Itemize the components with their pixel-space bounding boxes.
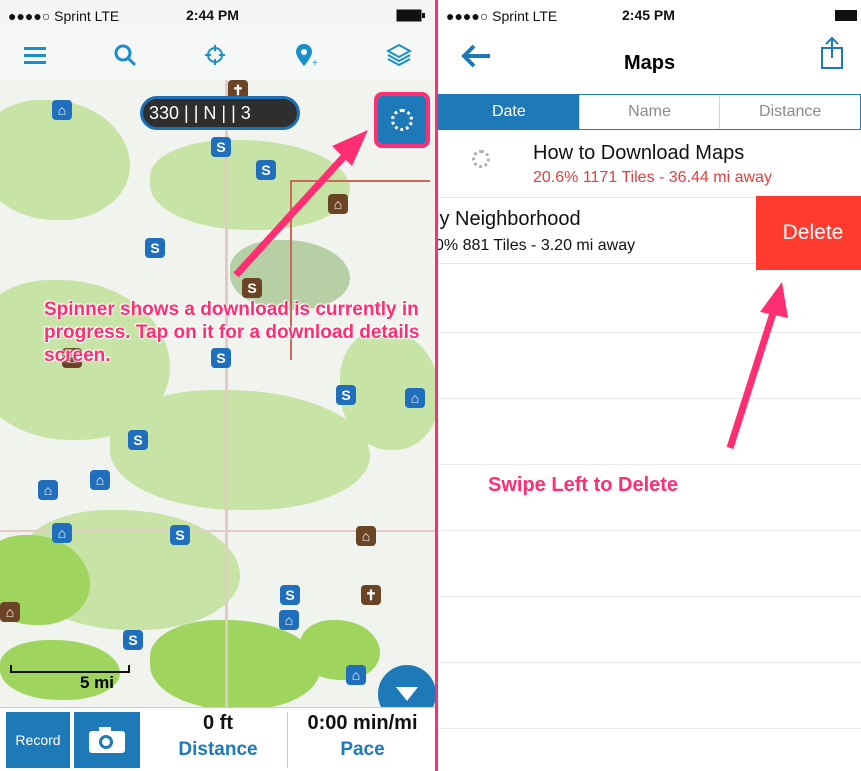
annotation-arrow xyxy=(726,282,788,450)
tracking-bar: Record 0 ft Distance 0:00 min/mi Pace xyxy=(0,707,435,771)
map-screen: ●●●●○ Sprint LTE 2:44 PM + ⌂ S S ✝ ⌂ S S… xyxy=(0,0,435,771)
crosshair-icon[interactable] xyxy=(200,40,230,70)
spinner-annotation: Spinner shows a download is currently in… xyxy=(44,299,420,366)
distance-value: 0 ft xyxy=(203,712,233,734)
layers-icon[interactable] xyxy=(384,40,414,70)
pace-label: Pace xyxy=(340,739,385,760)
status-time: 2:44 PM xyxy=(186,7,239,23)
camera-button[interactable] xyxy=(74,712,140,768)
record-button[interactable]: Record xyxy=(6,712,70,768)
svg-text:+: + xyxy=(312,58,318,68)
add-waypoint-icon[interactable]: + xyxy=(292,40,322,70)
distance-stat: 0 ft Distance xyxy=(150,712,286,768)
camera-icon xyxy=(89,727,125,753)
collapse-panel-button[interactable] xyxy=(378,665,435,707)
pace-stat: 0:00 min/mi Pace xyxy=(290,712,435,768)
chevron-down-icon xyxy=(396,687,418,701)
map-toolbar: + xyxy=(0,30,435,81)
search-icon[interactable] xyxy=(110,40,140,70)
maps-list-screen: ●●●●○ Sprint LTE 2:45 PM Maps Date Name … xyxy=(438,0,861,771)
pace-value: 0:00 min/mi xyxy=(307,712,418,734)
status-bar: ●●●●○ Sprint LTE 2:44 PM xyxy=(0,0,435,30)
topo-map[interactable]: ⌂ S S ✝ ⌂ S S ⌂ S S ⌂ S ⌂ ⌂ ⌂ S ⌂ S ⌂ ✝ … xyxy=(0,80,435,707)
swipe-annotation: Swipe Left to Delete xyxy=(488,474,679,496)
scale-label: 5 mi xyxy=(80,673,115,692)
distance-label: Distance xyxy=(178,739,258,760)
battery-icon xyxy=(396,9,426,25)
menu-icon[interactable] xyxy=(20,40,50,70)
annotation-arrow xyxy=(233,130,368,278)
scale-bar: 5 mi xyxy=(10,665,130,692)
carrier-label: ●●●●○ Sprint LTE xyxy=(8,8,120,24)
